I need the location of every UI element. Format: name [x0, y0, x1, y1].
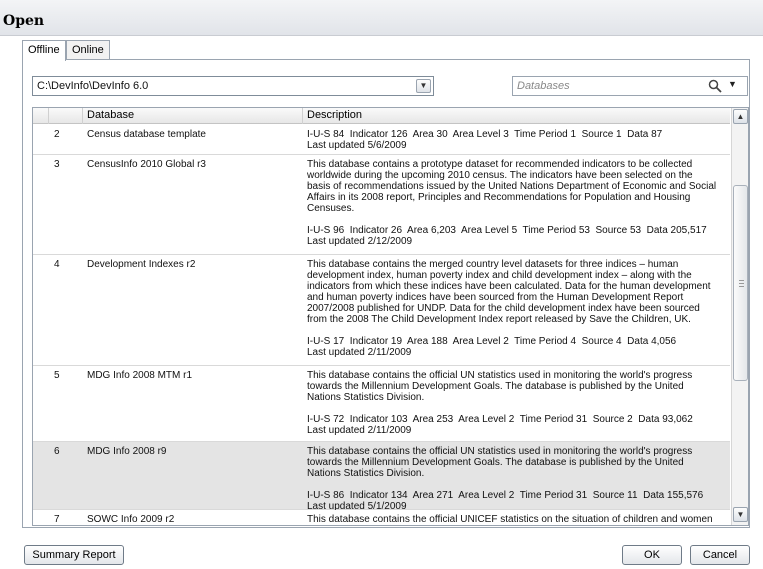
- summary-report-button[interactable]: Summary Report: [24, 545, 124, 565]
- scrollbar-thumb[interactable]: [733, 185, 748, 381]
- row-number: 7: [54, 514, 60, 525]
- ok-button[interactable]: OK: [622, 545, 682, 565]
- vertical-scrollbar[interactable]: ▲ ▼: [731, 108, 748, 525]
- search-input[interactable]: Databases ▼: [512, 76, 748, 96]
- path-combobox[interactable]: C:\DevInfo\DevInfo 6.0 ▼: [32, 76, 434, 96]
- open-dialog: Open Offline Online C:\DevInfo\DevInfo 6…: [0, 0, 763, 569]
- dialog-title: Open: [3, 13, 45, 29]
- database-description: I-U-S 84 Indicator 126 Area 30 Area Leve…: [307, 129, 663, 151]
- chevron-down-icon[interactable]: ▼: [416, 79, 431, 93]
- search-icon[interactable]: [708, 79, 722, 93]
- path-value: C:\DevInfo\DevInfo 6.0: [37, 80, 149, 92]
- row-number: 5: [54, 370, 60, 381]
- grip-icon: [739, 280, 744, 287]
- search-dropdown-icon[interactable]: ▼: [728, 79, 737, 89]
- database-description: This database contains the official UNIC…: [307, 514, 713, 525]
- database-description: This database contains the official UN s…: [307, 370, 693, 436]
- header-description[interactable]: Description: [303, 108, 730, 124]
- database-description: This database contains the merged countr…: [307, 259, 711, 358]
- table-row[interactable]: 5 MDG Info 2008 MTM r1 This database con…: [33, 366, 730, 442]
- title-bar[interactable]: Open: [0, 0, 763, 36]
- table-row[interactable]: 3 CensusInfo 2010 Global r3 This databas…: [33, 155, 730, 255]
- database-name: CensusInfo 2010 Global r3: [87, 159, 206, 170]
- database-name: Census database template: [87, 129, 206, 140]
- header-number: [49, 108, 83, 124]
- table-header: Database Description: [33, 108, 730, 124]
- database-name: SOWC Info 2009 r2: [87, 514, 175, 525]
- database-name: MDG Info 2008 r9: [87, 446, 167, 457]
- database-name: Development Indexes r2: [87, 259, 196, 270]
- header-row-selector: [33, 108, 49, 124]
- database-description: This database contains the official UN s…: [307, 446, 704, 512]
- table-row[interactable]: 2 Census database template I-U-S 84 Indi…: [33, 125, 730, 155]
- scroll-up-icon[interactable]: ▲: [733, 109, 748, 124]
- row-number: 4: [54, 259, 60, 270]
- tab-online[interactable]: Online: [66, 40, 110, 60]
- row-number: 3: [54, 159, 60, 170]
- header-database[interactable]: Database: [83, 108, 303, 124]
- search-placeholder: Databases: [517, 80, 570, 92]
- cancel-button[interactable]: Cancel: [690, 545, 750, 565]
- table-row-selected[interactable]: 6 MDG Info 2008 r9 This database contain…: [33, 442, 730, 512]
- scroll-down-icon[interactable]: ▼: [733, 507, 748, 522]
- tab-offline[interactable]: Offline: [22, 40, 66, 61]
- row-number: 6: [54, 446, 60, 457]
- database-table: Database Description 2 Census database t…: [32, 107, 749, 526]
- table-row[interactable]: 4 Development Indexes r2 This database c…: [33, 255, 730, 366]
- database-name: MDG Info 2008 MTM r1: [87, 370, 193, 381]
- database-description: This database contains a prototype datas…: [307, 159, 717, 247]
- table-row[interactable]: 7 SOWC Info 2009 r2 This database contai…: [33, 510, 730, 525]
- row-number: 2: [54, 129, 60, 140]
